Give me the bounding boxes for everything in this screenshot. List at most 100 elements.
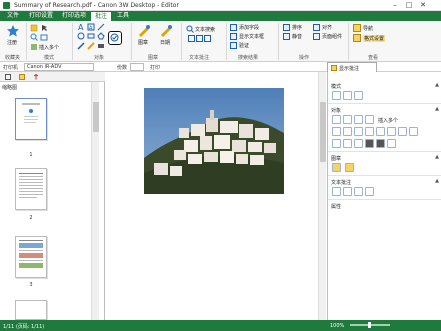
text-annot-section-header[interactable]: 文本批注 ▲ bbox=[328, 177, 441, 186]
align-icon[interactable] bbox=[313, 24, 320, 31]
text-annot-icon-1[interactable] bbox=[188, 35, 195, 42]
line-tool-icon[interactable] bbox=[97, 23, 105, 31]
pane-settings-label[interactable]: 格式设置 bbox=[363, 35, 386, 42]
rp-text-tool-4[interactable] bbox=[365, 187, 374, 196]
show-textbox-icon[interactable] bbox=[230, 33, 237, 40]
print-label[interactable]: 打印 bbox=[150, 64, 160, 71]
rp-hand-button[interactable] bbox=[332, 91, 341, 100]
rp-text-tool-1[interactable] bbox=[332, 187, 341, 196]
scroll-thumb[interactable] bbox=[93, 102, 99, 132]
close-button[interactable]: ✕ bbox=[417, 1, 429, 10]
check-tool-button[interactable] bbox=[108, 31, 122, 45]
rp-tool-10[interactable] bbox=[387, 127, 396, 136]
bookmark-tab-icon[interactable] bbox=[19, 74, 25, 80]
zoom-tool-icon[interactable] bbox=[30, 33, 38, 41]
ellipse-tool-icon[interactable] bbox=[77, 32, 85, 40]
rp-tool-4[interactable] bbox=[365, 115, 374, 124]
collapse-icon[interactable]: ▲ bbox=[435, 178, 439, 184]
rp-tool-16[interactable] bbox=[365, 139, 374, 148]
date-label[interactable]: 日期 bbox=[160, 39, 170, 46]
rp-tool-13[interactable] bbox=[332, 139, 341, 148]
textbox-tool-icon[interactable]: A bbox=[87, 23, 95, 31]
thumbnail-tab-icon[interactable] bbox=[5, 74, 11, 80]
insert-multiple-icon[interactable] bbox=[30, 43, 38, 51]
stamp-icon[interactable] bbox=[137, 24, 151, 38]
mode-section-header[interactable]: 模式 ▲ bbox=[328, 81, 441, 90]
rp-zoom-button[interactable] bbox=[354, 91, 363, 100]
rp-select-button[interactable] bbox=[343, 91, 352, 100]
register-label[interactable]: 注册 bbox=[7, 39, 17, 46]
show-textbox-label[interactable]: 显示文本框 bbox=[239, 33, 264, 40]
show-annotations-tab[interactable]: 显示批注 bbox=[327, 62, 377, 72]
collapse-icon[interactable]: ▲ bbox=[435, 106, 439, 112]
flatten-label[interactable]: 静音 bbox=[292, 33, 302, 40]
document-scrollbar[interactable] bbox=[318, 72, 326, 320]
rp-tool-15[interactable] bbox=[354, 139, 363, 148]
rp-tool-11[interactable] bbox=[398, 127, 407, 136]
rp-stamp-button[interactable] bbox=[332, 163, 341, 172]
page-thumbnail-1[interactable] bbox=[15, 98, 47, 140]
rp-tool-2[interactable] bbox=[343, 115, 352, 124]
highlighter-icon[interactable] bbox=[87, 42, 95, 50]
rp-tool-9[interactable] bbox=[376, 127, 385, 136]
insert-multiple-label[interactable]: 插入多个 bbox=[39, 44, 59, 51]
add-field-icon[interactable] bbox=[230, 24, 237, 31]
navigation-icon[interactable] bbox=[353, 24, 361, 32]
tab-annotation[interactable]: 批注 bbox=[91, 11, 111, 21]
minimize-button[interactable]: – bbox=[389, 1, 401, 10]
rp-date-stamp-button[interactable] bbox=[345, 163, 354, 172]
rp-tool-6[interactable] bbox=[343, 127, 352, 136]
rp-tool-18[interactable] bbox=[387, 139, 396, 148]
star-icon[interactable] bbox=[6, 24, 20, 38]
stamp-section-header[interactable]: 图章 ▲ bbox=[328, 153, 441, 162]
collapse-icon[interactable]: ▲ bbox=[435, 154, 439, 160]
rp-tool-8[interactable] bbox=[365, 127, 374, 136]
rp-tool-12[interactable] bbox=[409, 127, 418, 136]
objects-section-header[interactable]: 对象 ▲ bbox=[328, 105, 441, 114]
rp-insert-multiple-label[interactable]: 插入多个 bbox=[378, 117, 398, 124]
page-thumbnail-3[interactable] bbox=[15, 236, 47, 278]
verify-icon[interactable] bbox=[230, 42, 237, 49]
rectangle-tool-icon[interactable] bbox=[87, 32, 95, 40]
pen-tool-icon[interactable] bbox=[77, 42, 85, 50]
doc-scroll-thumb[interactable] bbox=[320, 102, 326, 162]
add-field-label[interactable]: 添加字段 bbox=[239, 24, 259, 31]
properties-section-header[interactable]: 属性 bbox=[328, 201, 441, 210]
rp-text-tool-2[interactable] bbox=[343, 187, 352, 196]
zoom-slider-handle[interactable] bbox=[368, 322, 371, 328]
navigation-label[interactable]: 导航 bbox=[363, 25, 373, 32]
thumbnail-scrollbar[interactable] bbox=[91, 82, 99, 320]
collapse-icon[interactable]: ▲ bbox=[435, 82, 439, 88]
text-search-icon[interactable] bbox=[186, 25, 194, 33]
rp-tool-1[interactable] bbox=[332, 115, 341, 124]
sort-icon[interactable] bbox=[283, 24, 290, 31]
fill-rect-icon[interactable] bbox=[97, 42, 105, 50]
page-thumbnail-4[interactable] bbox=[15, 300, 47, 320]
tab-file[interactable]: 文件 bbox=[3, 11, 23, 21]
rp-text-tool-3[interactable] bbox=[354, 187, 363, 196]
tab-print-options[interactable]: 打印选项 bbox=[59, 11, 89, 21]
date-stamp-icon[interactable] bbox=[159, 24, 173, 38]
stamp-label[interactable]: 图章 bbox=[138, 39, 148, 46]
document-view[interactable] bbox=[106, 72, 326, 320]
copies-input[interactable] bbox=[130, 63, 144, 71]
rp-tool-3[interactable] bbox=[354, 115, 363, 124]
tab-print-settings[interactable]: 打印设置 bbox=[26, 11, 56, 21]
verify-label[interactable]: 验证 bbox=[239, 42, 249, 49]
snapshot-icon[interactable] bbox=[40, 33, 48, 41]
rp-tool-5[interactable] bbox=[332, 127, 341, 136]
text-search-label[interactable]: 文本搜索 bbox=[195, 26, 215, 33]
sort-label[interactable]: 排序 bbox=[292, 24, 302, 31]
polygon-tool-icon[interactable] bbox=[97, 32, 105, 40]
rp-tool-7[interactable] bbox=[354, 127, 363, 136]
rp-tool-17[interactable] bbox=[376, 139, 385, 148]
page-thumbnail-2[interactable] bbox=[15, 168, 47, 210]
flatten-icon[interactable] bbox=[283, 33, 290, 40]
maximize-button[interactable]: □ bbox=[403, 1, 415, 10]
page-layout-icon[interactable] bbox=[313, 33, 320, 40]
hand-tool-icon[interactable] bbox=[30, 24, 38, 32]
text-annot-icon-3[interactable] bbox=[204, 35, 211, 42]
text-tool-icon[interactable]: A bbox=[77, 23, 85, 31]
tab-tools[interactable]: 工具 bbox=[113, 11, 133, 21]
pane-settings-icon[interactable] bbox=[353, 34, 361, 42]
